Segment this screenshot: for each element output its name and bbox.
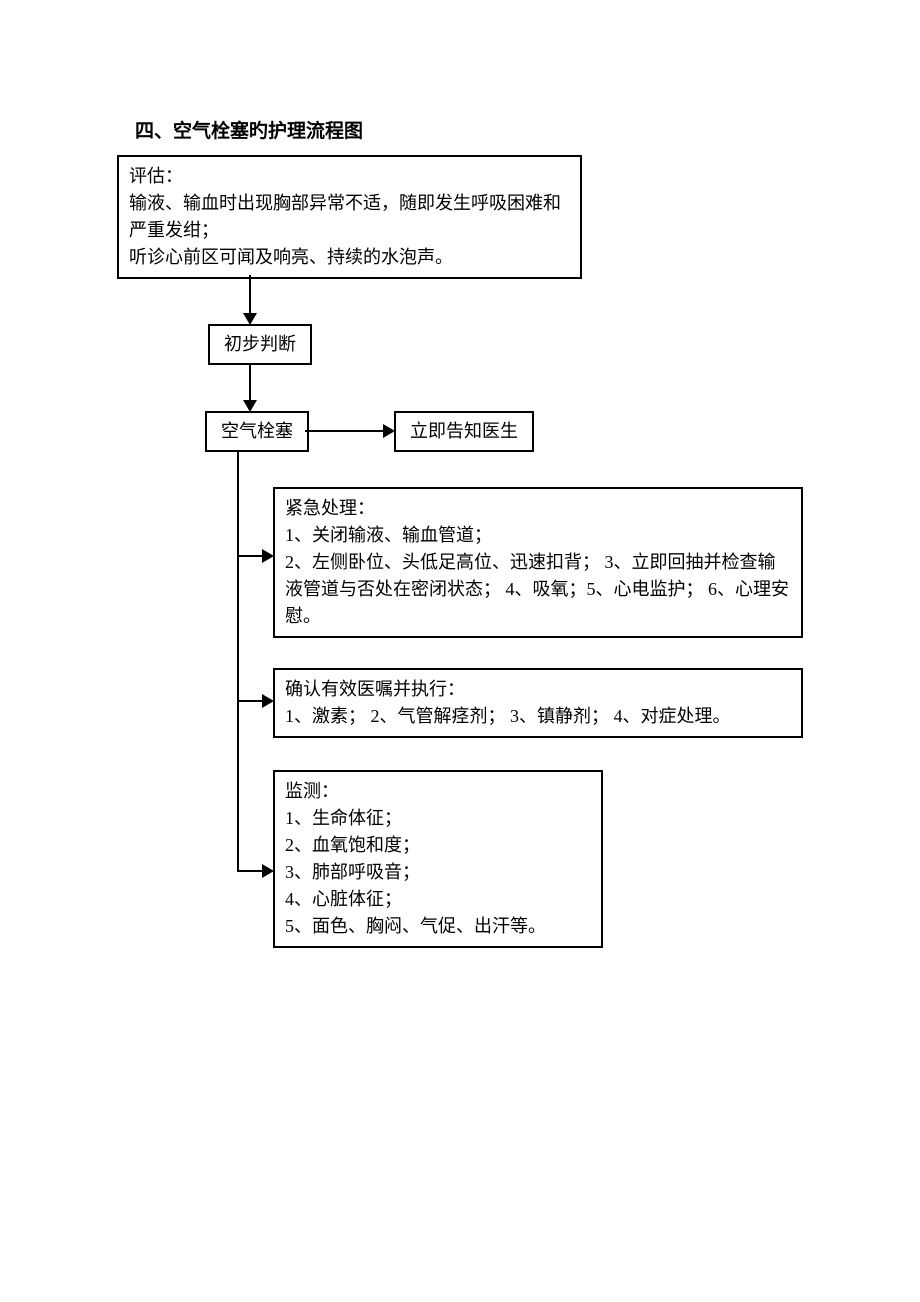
page-title: 四、空气栓塞旳护理流程图: [135, 116, 363, 143]
connector-line: [237, 555, 264, 557]
connector-line: [237, 700, 264, 702]
connector-trunk: [237, 451, 239, 871]
connector-line: [249, 364, 251, 402]
box-embolism: 空气栓塞: [205, 411, 309, 452]
connector-line: [305, 430, 385, 432]
box-preliminary: 初步判断: [208, 324, 312, 365]
box-monitor: 监测： 1、生命体征； 2、血氧饱和度； 3、肺部呼吸音； 4、心脏体征； 5、…: [273, 770, 603, 948]
box-evaluation: 评估： 输液、输血时出现胸部异常不适，随即发生呼吸困难和严重发绀； 听诊心前区可…: [117, 155, 582, 279]
connector-line: [249, 275, 251, 315]
box-confirm: 确认有效医嘱并执行： 1、激素； 2、气管解痉剂； 3、镇静剂； 4、对症处理。: [273, 668, 803, 738]
connector-line: [237, 870, 264, 872]
box-emergency: 紧急处理： 1、关闭输液、输血管道； 2、左侧卧位、头低足高位、迅速扣背； 3、…: [273, 487, 803, 638]
box-notify: 立即告知医生: [394, 411, 534, 452]
